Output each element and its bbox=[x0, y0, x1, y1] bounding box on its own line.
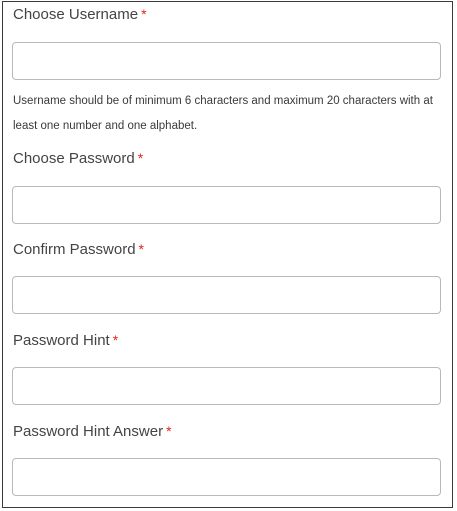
password-hint-required-marker: * bbox=[112, 332, 119, 348]
registration-form: Choose Username * Username should be of m… bbox=[2, 1, 453, 508]
confirm-password-required-marker: * bbox=[138, 241, 144, 257]
username-label-text: Choose Username bbox=[13, 6, 139, 23]
password-hint-label-text: Password Hint bbox=[13, 332, 110, 349]
username-required-marker: * bbox=[141, 6, 147, 22]
password-label-text: Choose Password bbox=[13, 150, 135, 167]
password-hint-answer-label-text: Password Hint Answer bbox=[13, 423, 164, 440]
password-label: Choose Password * bbox=[13, 150, 143, 167]
password-required-marker: * bbox=[137, 150, 144, 166]
confirm-password-input[interactable] bbox=[12, 276, 441, 314]
password-hint-label: Password Hint * bbox=[13, 332, 118, 349]
password-hint-answer-label: Password Hint Answer * bbox=[13, 423, 172, 440]
password-input[interactable] bbox=[12, 186, 441, 224]
password-hint-answer-required-marker: * bbox=[166, 423, 172, 439]
confirm-password-label-text: Confirm Password bbox=[13, 241, 136, 258]
username-help-text: Username should be of minimum 6 characte… bbox=[13, 95, 433, 132]
username-input[interactable] bbox=[12, 42, 441, 80]
password-hint-input[interactable] bbox=[12, 367, 441, 405]
confirm-password-label: Confirm Password * bbox=[13, 241, 144, 258]
password-hint-answer-input[interactable] bbox=[12, 458, 441, 496]
username-label: Choose Username * bbox=[13, 6, 147, 23]
